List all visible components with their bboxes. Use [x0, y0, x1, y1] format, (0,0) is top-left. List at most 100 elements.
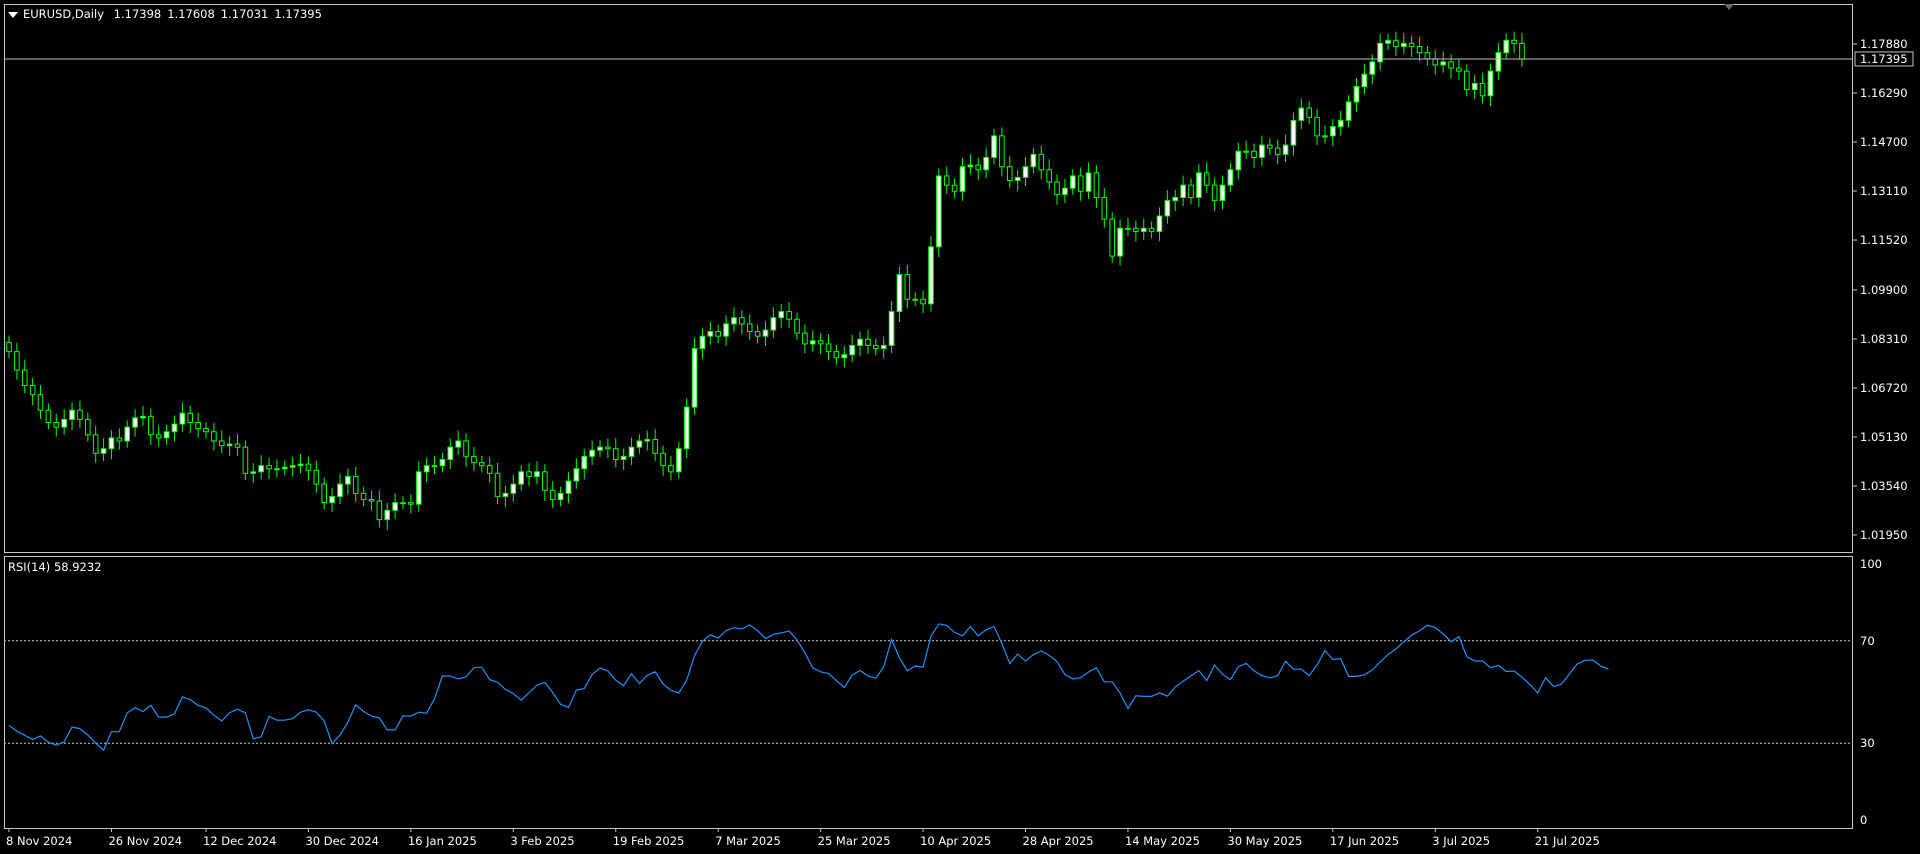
candle-body [1503, 39, 1510, 54]
candle-body [1432, 58, 1439, 66]
price-chart-header: EURUSD,Daily 1.17398 1.17608 1.17031 1.1739… [8, 7, 322, 21]
candle-body [833, 351, 840, 359]
candle-body [258, 465, 264, 473]
candle-body [557, 492, 564, 501]
candle-body [226, 443, 233, 447]
candle-body [1424, 52, 1431, 60]
candle-body [313, 469, 320, 485]
chart-window[interactable]: 1.17880 1.16290 1.14700 1.13110 1.11520 1.099… [0, 0, 1920, 854]
candle-body [959, 166, 966, 192]
candle-body [589, 449, 595, 457]
candle-body [116, 437, 123, 442]
candle-body [683, 406, 690, 450]
candle-body [668, 465, 674, 473]
time-axis-label: 14 May 2025 [1125, 834, 1200, 848]
candle-body [1353, 86, 1360, 103]
candle-body [242, 446, 249, 474]
candle-body [148, 415, 154, 436]
candle-body [904, 274, 911, 300]
candle-body [211, 431, 217, 442]
candle-body [187, 412, 194, 423]
candle-body [794, 318, 800, 334]
chart-shift-marker-icon[interactable] [1724, 4, 1734, 10]
ohlc-open: 1.17398 [113, 7, 162, 21]
candle-body [1077, 175, 1084, 192]
chart-canvas[interactable]: 1.17880 1.16290 1.14700 1.13110 1.11520 1.099… [0, 0, 1920, 854]
time-axis-label: 17 Jun 2025 [1330, 834, 1399, 848]
candle-body [155, 434, 162, 439]
candle-body [289, 465, 296, 468]
candle-body [1148, 227, 1155, 232]
candle-body [195, 421, 201, 430]
candle-body [368, 499, 375, 502]
price-axis-label: 1.09900 [1860, 283, 1908, 297]
candle-body [825, 343, 832, 353]
candle-body [1330, 126, 1336, 137]
time-axis-label: 16 Jan 2025 [408, 834, 477, 848]
candle-body [1519, 42, 1525, 60]
candle-body [1251, 150, 1257, 158]
candle-body [345, 475, 351, 485]
candle-body [1495, 52, 1502, 72]
candle-body [1448, 61, 1454, 69]
candle-body [991, 135, 997, 158]
candle-body [786, 311, 792, 320]
candle-body [620, 455, 627, 460]
candle-body [1133, 227, 1139, 232]
candle-body [1172, 196, 1179, 202]
last-price-label: 1.17395 [1860, 52, 1908, 66]
candle-body [234, 443, 241, 448]
candle-body [250, 471, 257, 474]
candle-body [1306, 107, 1313, 118]
rsi-label: RSI(14) [8, 560, 51, 574]
ohlc-low: 1.17031 [220, 7, 269, 21]
symbol-timeframe: EURUSD,Daily [23, 7, 104, 21]
candle-body [809, 340, 816, 345]
time-axis-label: 10 Apr 2025 [920, 834, 991, 848]
candle-body [660, 452, 666, 467]
time-axis-label: 30 May 2025 [1227, 834, 1302, 848]
candle-body [132, 417, 138, 428]
collapse-triangle-icon[interactable] [8, 11, 18, 18]
candle-body [762, 329, 769, 337]
candle-body [605, 446, 611, 450]
candle-body [802, 332, 808, 345]
candle-body [676, 448, 682, 473]
time-axis-label: 7 Mar 2025 [715, 834, 781, 848]
candle-body [455, 440, 461, 448]
price-axis-label: 1.05130 [1860, 430, 1908, 444]
candle-body [1267, 144, 1273, 149]
candle-body [849, 344, 855, 356]
candle-body [392, 502, 398, 511]
candle-body [975, 164, 982, 171]
candle-body [1054, 181, 1060, 195]
candle-body [163, 431, 170, 439]
candle-body [1006, 166, 1013, 182]
candle-body [1393, 39, 1399, 47]
candle-body [266, 465, 272, 470]
candle-body [1046, 169, 1052, 183]
candle-body [6, 341, 12, 353]
candle-body [352, 475, 359, 494]
candle-body [400, 502, 406, 505]
candle-body [1456, 67, 1462, 72]
candle-body [644, 438, 651, 442]
candle-body [337, 483, 343, 497]
candle-body [384, 509, 391, 521]
candle-body [510, 483, 517, 494]
candle-body [124, 426, 131, 442]
time-axis-label: 21 Jul 2025 [1535, 834, 1600, 848]
candle-body [518, 471, 525, 485]
candle-body [723, 323, 729, 337]
candle-body [573, 468, 580, 482]
candle-body [29, 385, 36, 396]
candle-body [274, 468, 280, 471]
price-axis-label: 1.08310 [1860, 332, 1908, 346]
candle-body [841, 354, 848, 359]
candle-body [865, 338, 871, 346]
candle-body [463, 440, 469, 457]
time-axis-label: 30 Dec 2024 [305, 834, 378, 848]
candle-body [920, 298, 926, 305]
candle-body [408, 502, 414, 505]
candle-body [85, 418, 91, 436]
